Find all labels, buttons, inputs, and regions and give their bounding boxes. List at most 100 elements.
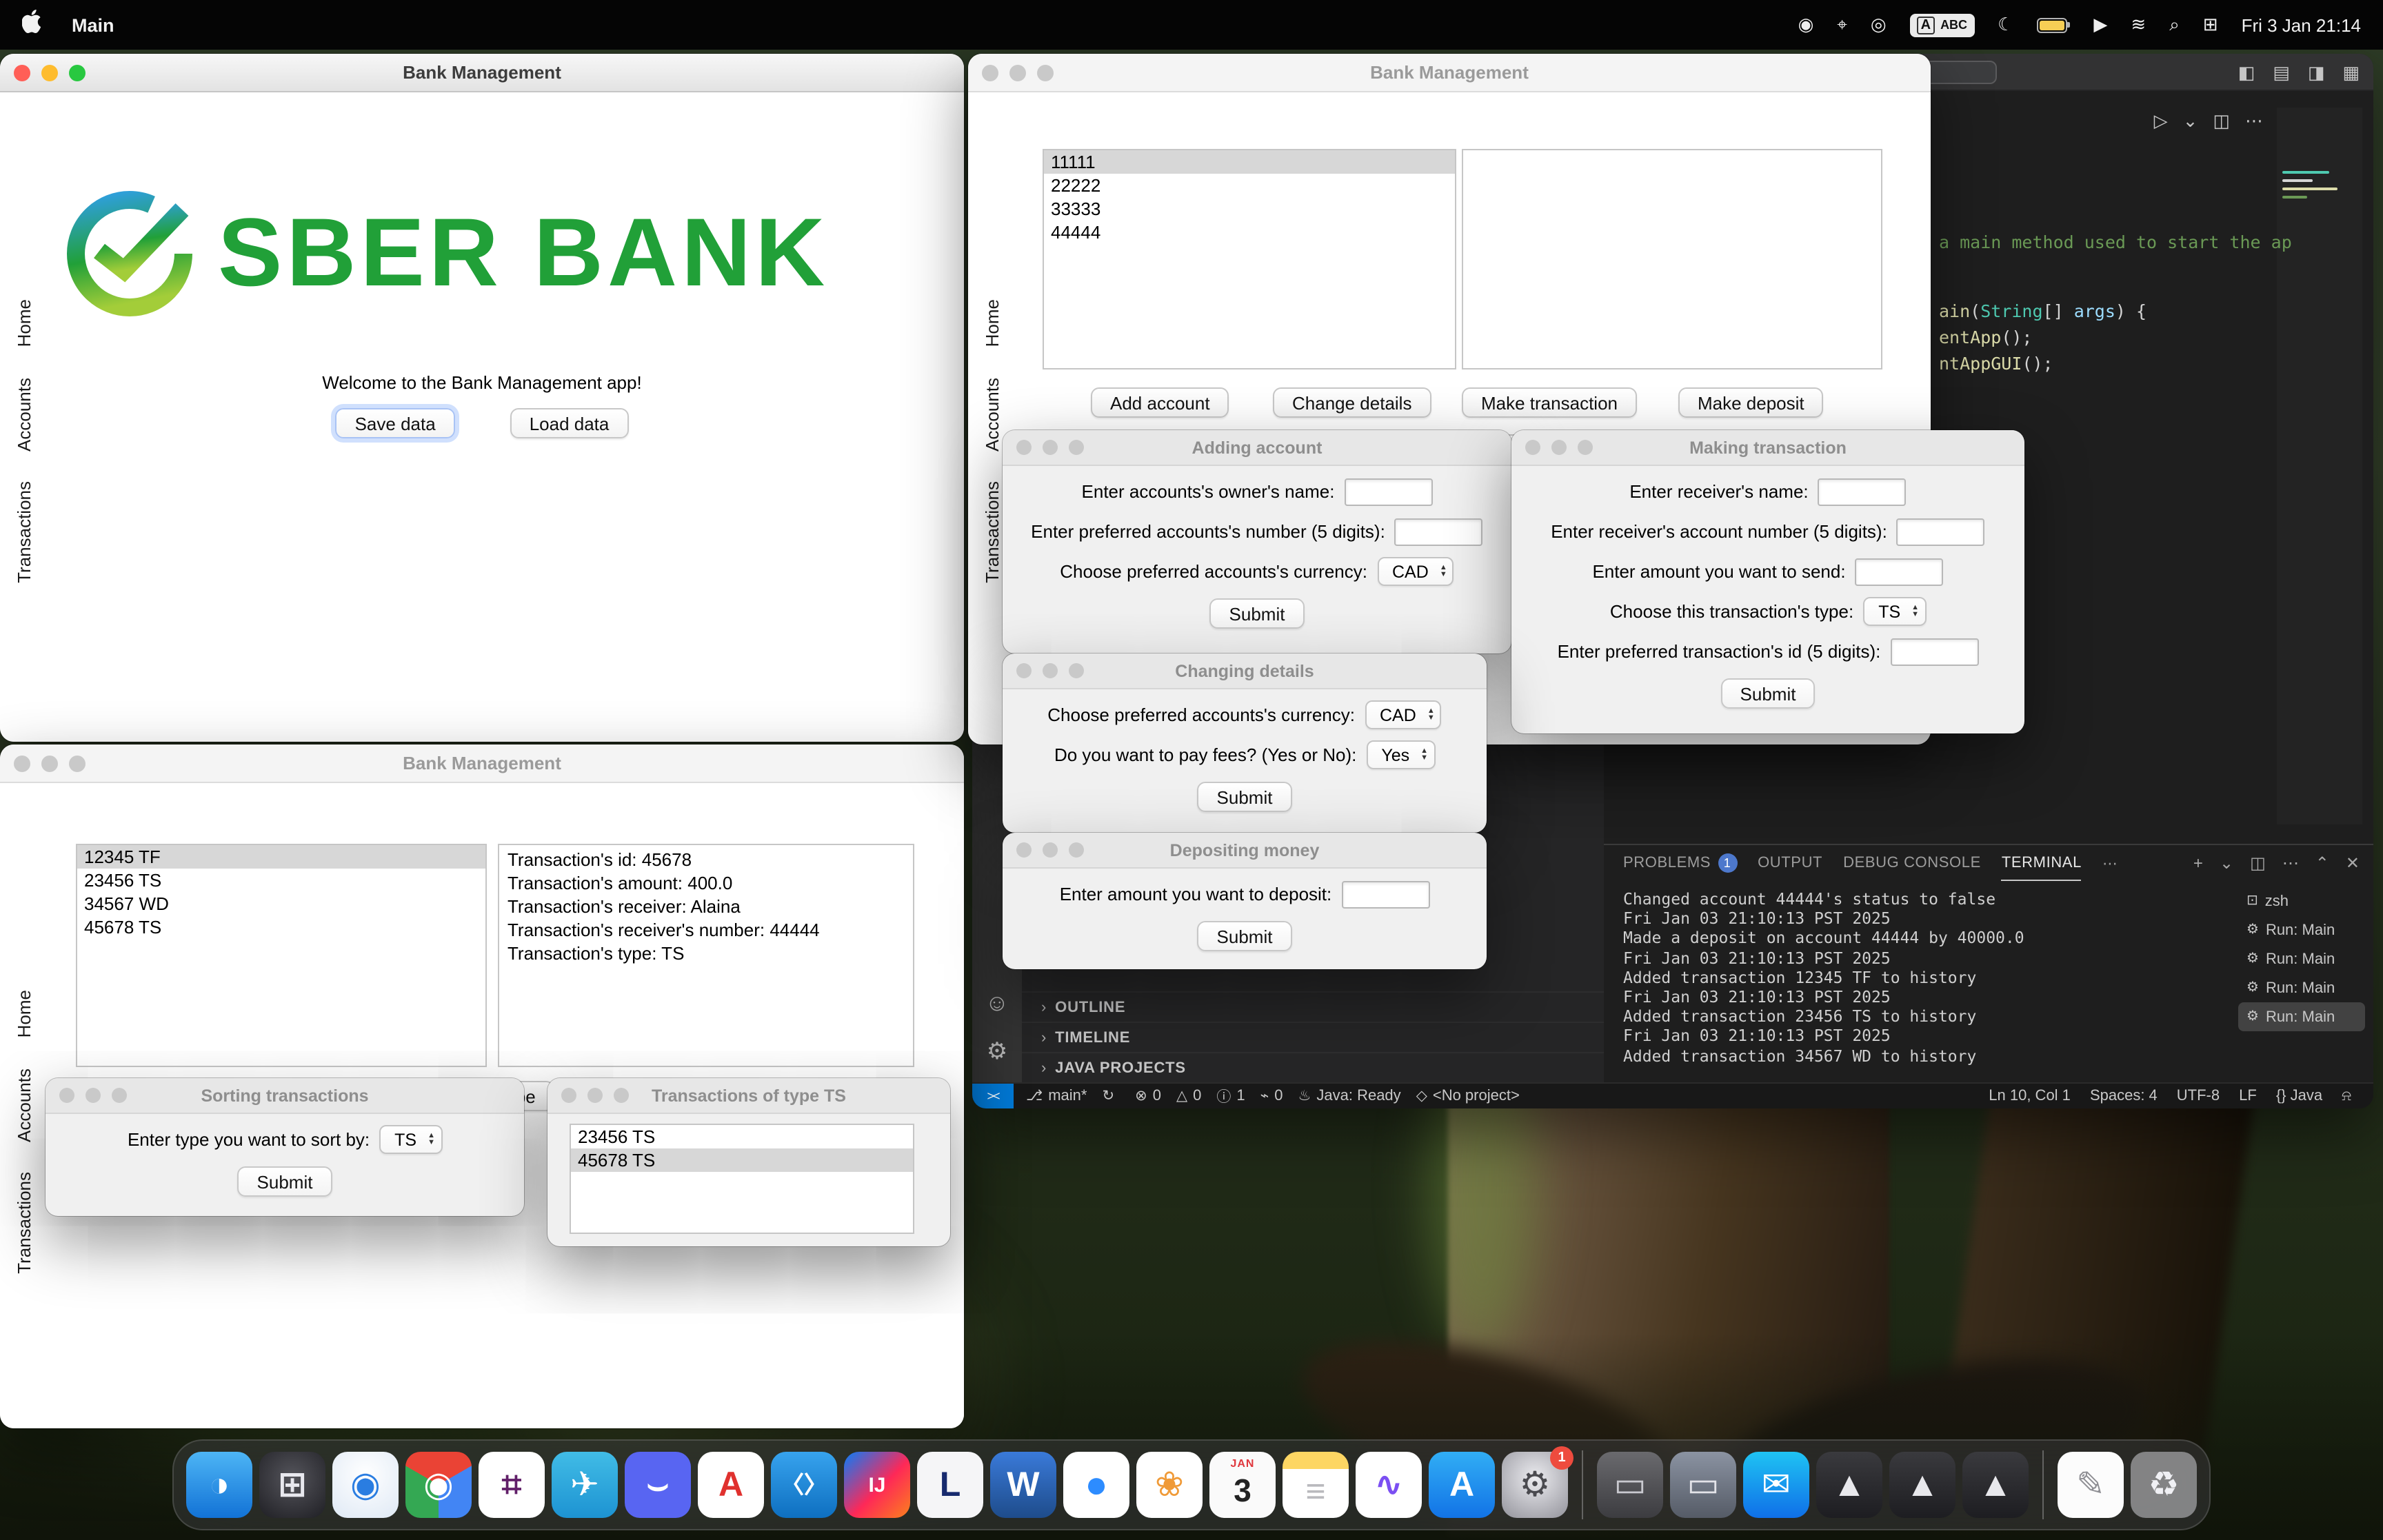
change-details-button[interactable]: Change details xyxy=(1273,387,1431,418)
maximize-panel-icon[interactable]: ⌃ xyxy=(2315,853,2329,873)
close-button[interactable] xyxy=(1016,440,1032,455)
record-icon[interactable]: ◉ xyxy=(1798,14,1814,36)
spotlight-icon[interactable]: ⌕ xyxy=(2169,14,2180,36)
zoom-button[interactable] xyxy=(1037,64,1054,81)
zoom-button[interactable] xyxy=(1069,663,1084,678)
currency-select[interactable]: CAD ▲▼ xyxy=(1377,557,1454,586)
minimize-button[interactable] xyxy=(1043,440,1058,455)
make-transaction-button[interactable]: Make transaction xyxy=(1462,387,1637,418)
panel-tab-terminal[interactable]: TERMINAL xyxy=(2002,845,2082,881)
status-language[interactable]: {} Java xyxy=(2276,1088,2322,1104)
list-item[interactable]: 45678 TS xyxy=(77,915,485,939)
control-center-icon[interactable]: ⊞ xyxy=(2203,14,2218,36)
settings-gear-icon[interactable]: ⚙ xyxy=(987,1038,1008,1066)
deposit-amount-input[interactable] xyxy=(1341,880,1429,908)
status-errors[interactable]: ⊗ 0 xyxy=(1135,1088,1161,1104)
currency-select[interactable]: CAD ▲▼ xyxy=(1365,700,1442,729)
dock-telegram[interactable]: ✈ xyxy=(552,1452,618,1518)
explorer-section-java-projects[interactable]: › JAVA PROJECTS xyxy=(1022,1052,1604,1082)
panel-tab-output[interactable]: OUTPUT xyxy=(1758,845,1822,881)
split-terminal-icon[interactable]: ◫ xyxy=(2250,853,2266,873)
dialog-titlebar[interactable]: Depositing money xyxy=(1003,833,1487,869)
submit-button[interactable]: Submit xyxy=(1210,598,1305,629)
app-menu-main[interactable]: Main xyxy=(72,14,114,35)
dock-vscode[interactable]: 〈〉 xyxy=(771,1452,837,1518)
dock-dark-app-2[interactable]: ▲ xyxy=(1889,1452,1955,1518)
status-eol[interactable]: LF xyxy=(2239,1088,2257,1104)
close-button[interactable] xyxy=(561,1088,576,1103)
terminal-dropdown-icon[interactable]: ⌄ xyxy=(2220,853,2233,873)
sidebar-tab-home[interactable]: Home xyxy=(13,990,34,1037)
dock-trash[interactable]: ♻ xyxy=(2131,1452,2197,1518)
status-cursor-position[interactable]: Ln 10, Col 1 xyxy=(1989,1088,2071,1104)
zoom-button[interactable] xyxy=(1069,440,1084,455)
add-account-button[interactable]: Add account xyxy=(1091,387,1229,418)
status-java-ready[interactable]: ♨ Java: Ready xyxy=(1298,1088,1401,1104)
toggle-secondary-sidebar-icon[interactable]: ◨ xyxy=(2308,61,2325,83)
status-notifications[interactable]: ⍾ xyxy=(2342,1087,2357,1105)
owner-name-input[interactable] xyxy=(1344,478,1432,505)
keyboard-input-badge[interactable]: A ABC xyxy=(1910,13,1974,37)
submit-button[interactable]: Submit xyxy=(1198,782,1292,812)
zoom-button[interactable] xyxy=(614,1088,629,1103)
dock-textedit[interactable]: ✎ xyxy=(2058,1452,2124,1518)
dock-notes[interactable]: ≡ xyxy=(1283,1452,1349,1518)
panel-tabs-more-icon[interactable]: ⋯ xyxy=(2102,845,2118,881)
explorer-section-timeline[interactable]: › TIMELINE xyxy=(1022,1022,1604,1052)
submit-button[interactable]: Submit xyxy=(1198,921,1292,951)
list-item[interactable]: 44444 xyxy=(1044,221,1455,244)
account-number-input[interactable] xyxy=(1395,518,1483,545)
close-button[interactable] xyxy=(1016,842,1032,858)
accounts-list[interactable]: 11111222223333344444 xyxy=(1043,149,1456,369)
terminal-output[interactable]: Changed account 44444's status to falseF… xyxy=(1623,889,2235,1066)
close-button[interactable] xyxy=(1016,663,1032,678)
explorer-section-outline[interactable]: › OUTLINE xyxy=(1022,991,1604,1022)
transaction-id-input[interactable] xyxy=(1890,638,1978,665)
dock-discord[interactable]: ⌣ xyxy=(625,1452,691,1518)
sidebar-tab-transactions[interactable]: Transactions xyxy=(13,1172,34,1274)
dock-red-a-app[interactable]: A xyxy=(698,1452,764,1518)
terminal-session-run-main[interactable]: ⚙ Run: Main xyxy=(2238,1002,2365,1031)
dock-chrome[interactable]: ◉ xyxy=(405,1452,472,1518)
remote-indicator[interactable]: >< xyxy=(972,1084,1014,1108)
zoom-button[interactable] xyxy=(69,755,86,771)
list-item[interactable]: 11111 xyxy=(1044,150,1455,174)
status-info[interactable]: ⓘ 1 xyxy=(1216,1086,1245,1106)
dock-window-thumb-1[interactable]: ▭ xyxy=(1597,1452,1663,1518)
dock-word[interactable]: W xyxy=(990,1452,1056,1518)
dialog-titlebar[interactable]: Sorting transactions xyxy=(46,1078,524,1114)
minimize-button[interactable] xyxy=(587,1088,603,1103)
customize-layout-icon[interactable]: ▦ xyxy=(2342,61,2360,83)
submit-button[interactable]: Submit xyxy=(1721,678,1816,709)
panel-tab-debug-console[interactable]: DEBUG CONSOLE xyxy=(1843,845,1981,881)
terminal-session-run-main[interactable]: ⚙ Run: Main xyxy=(2238,944,2365,973)
minimize-button[interactable] xyxy=(1043,663,1058,678)
dock-calendar[interactable]: JAN 3 xyxy=(1209,1452,1276,1518)
minimize-button[interactable] xyxy=(1043,842,1058,858)
dialog-titlebar[interactable]: Transactions of type TS xyxy=(547,1078,950,1114)
sort-type-select[interactable]: TS ▲▼ xyxy=(379,1125,442,1154)
account-icon[interactable]: ☺ xyxy=(985,990,1009,1017)
window-titlebar[interactable]: Bank Management xyxy=(0,54,964,92)
fees-select[interactable]: Yes ▲▼ xyxy=(1366,740,1435,769)
transaction-type-select[interactable]: TS ▲▼ xyxy=(1863,597,1926,626)
apple-menu-icon[interactable] xyxy=(22,10,41,40)
status-sync[interactable]: ↻ xyxy=(1102,1088,1120,1104)
close-button[interactable] xyxy=(982,64,998,81)
load-data-button[interactable]: Load data xyxy=(510,408,629,438)
terminal-session-zsh[interactable]: ⊡ zsh xyxy=(2238,886,2365,915)
terminal-session-run-main[interactable]: ⚙ Run: Main xyxy=(2238,973,2365,1002)
terminal-session-run-main[interactable]: ⚙ Run: Main xyxy=(2238,915,2365,944)
close-button[interactable] xyxy=(14,64,30,81)
list-item[interactable]: 12345 TF xyxy=(77,845,485,869)
make-deposit-button[interactable]: Make deposit xyxy=(1678,387,1824,418)
sidebar-tab-accounts[interactable]: Accounts xyxy=(13,1068,34,1142)
dock-launchpad[interactable]: ⊞ xyxy=(259,1452,325,1518)
dock-slack[interactable]: ⌗ xyxy=(479,1452,545,1518)
window-titlebar[interactable]: Bank Management xyxy=(968,54,1931,92)
minimize-button[interactable] xyxy=(1551,440,1567,455)
sidebar-tab-transactions[interactable]: Transactions xyxy=(981,481,1002,583)
list-item[interactable]: 33333 xyxy=(1044,197,1455,221)
status-indentation[interactable]: Spaces: 4 xyxy=(2090,1088,2158,1104)
receiver-account-input[interactable] xyxy=(1897,518,1985,545)
